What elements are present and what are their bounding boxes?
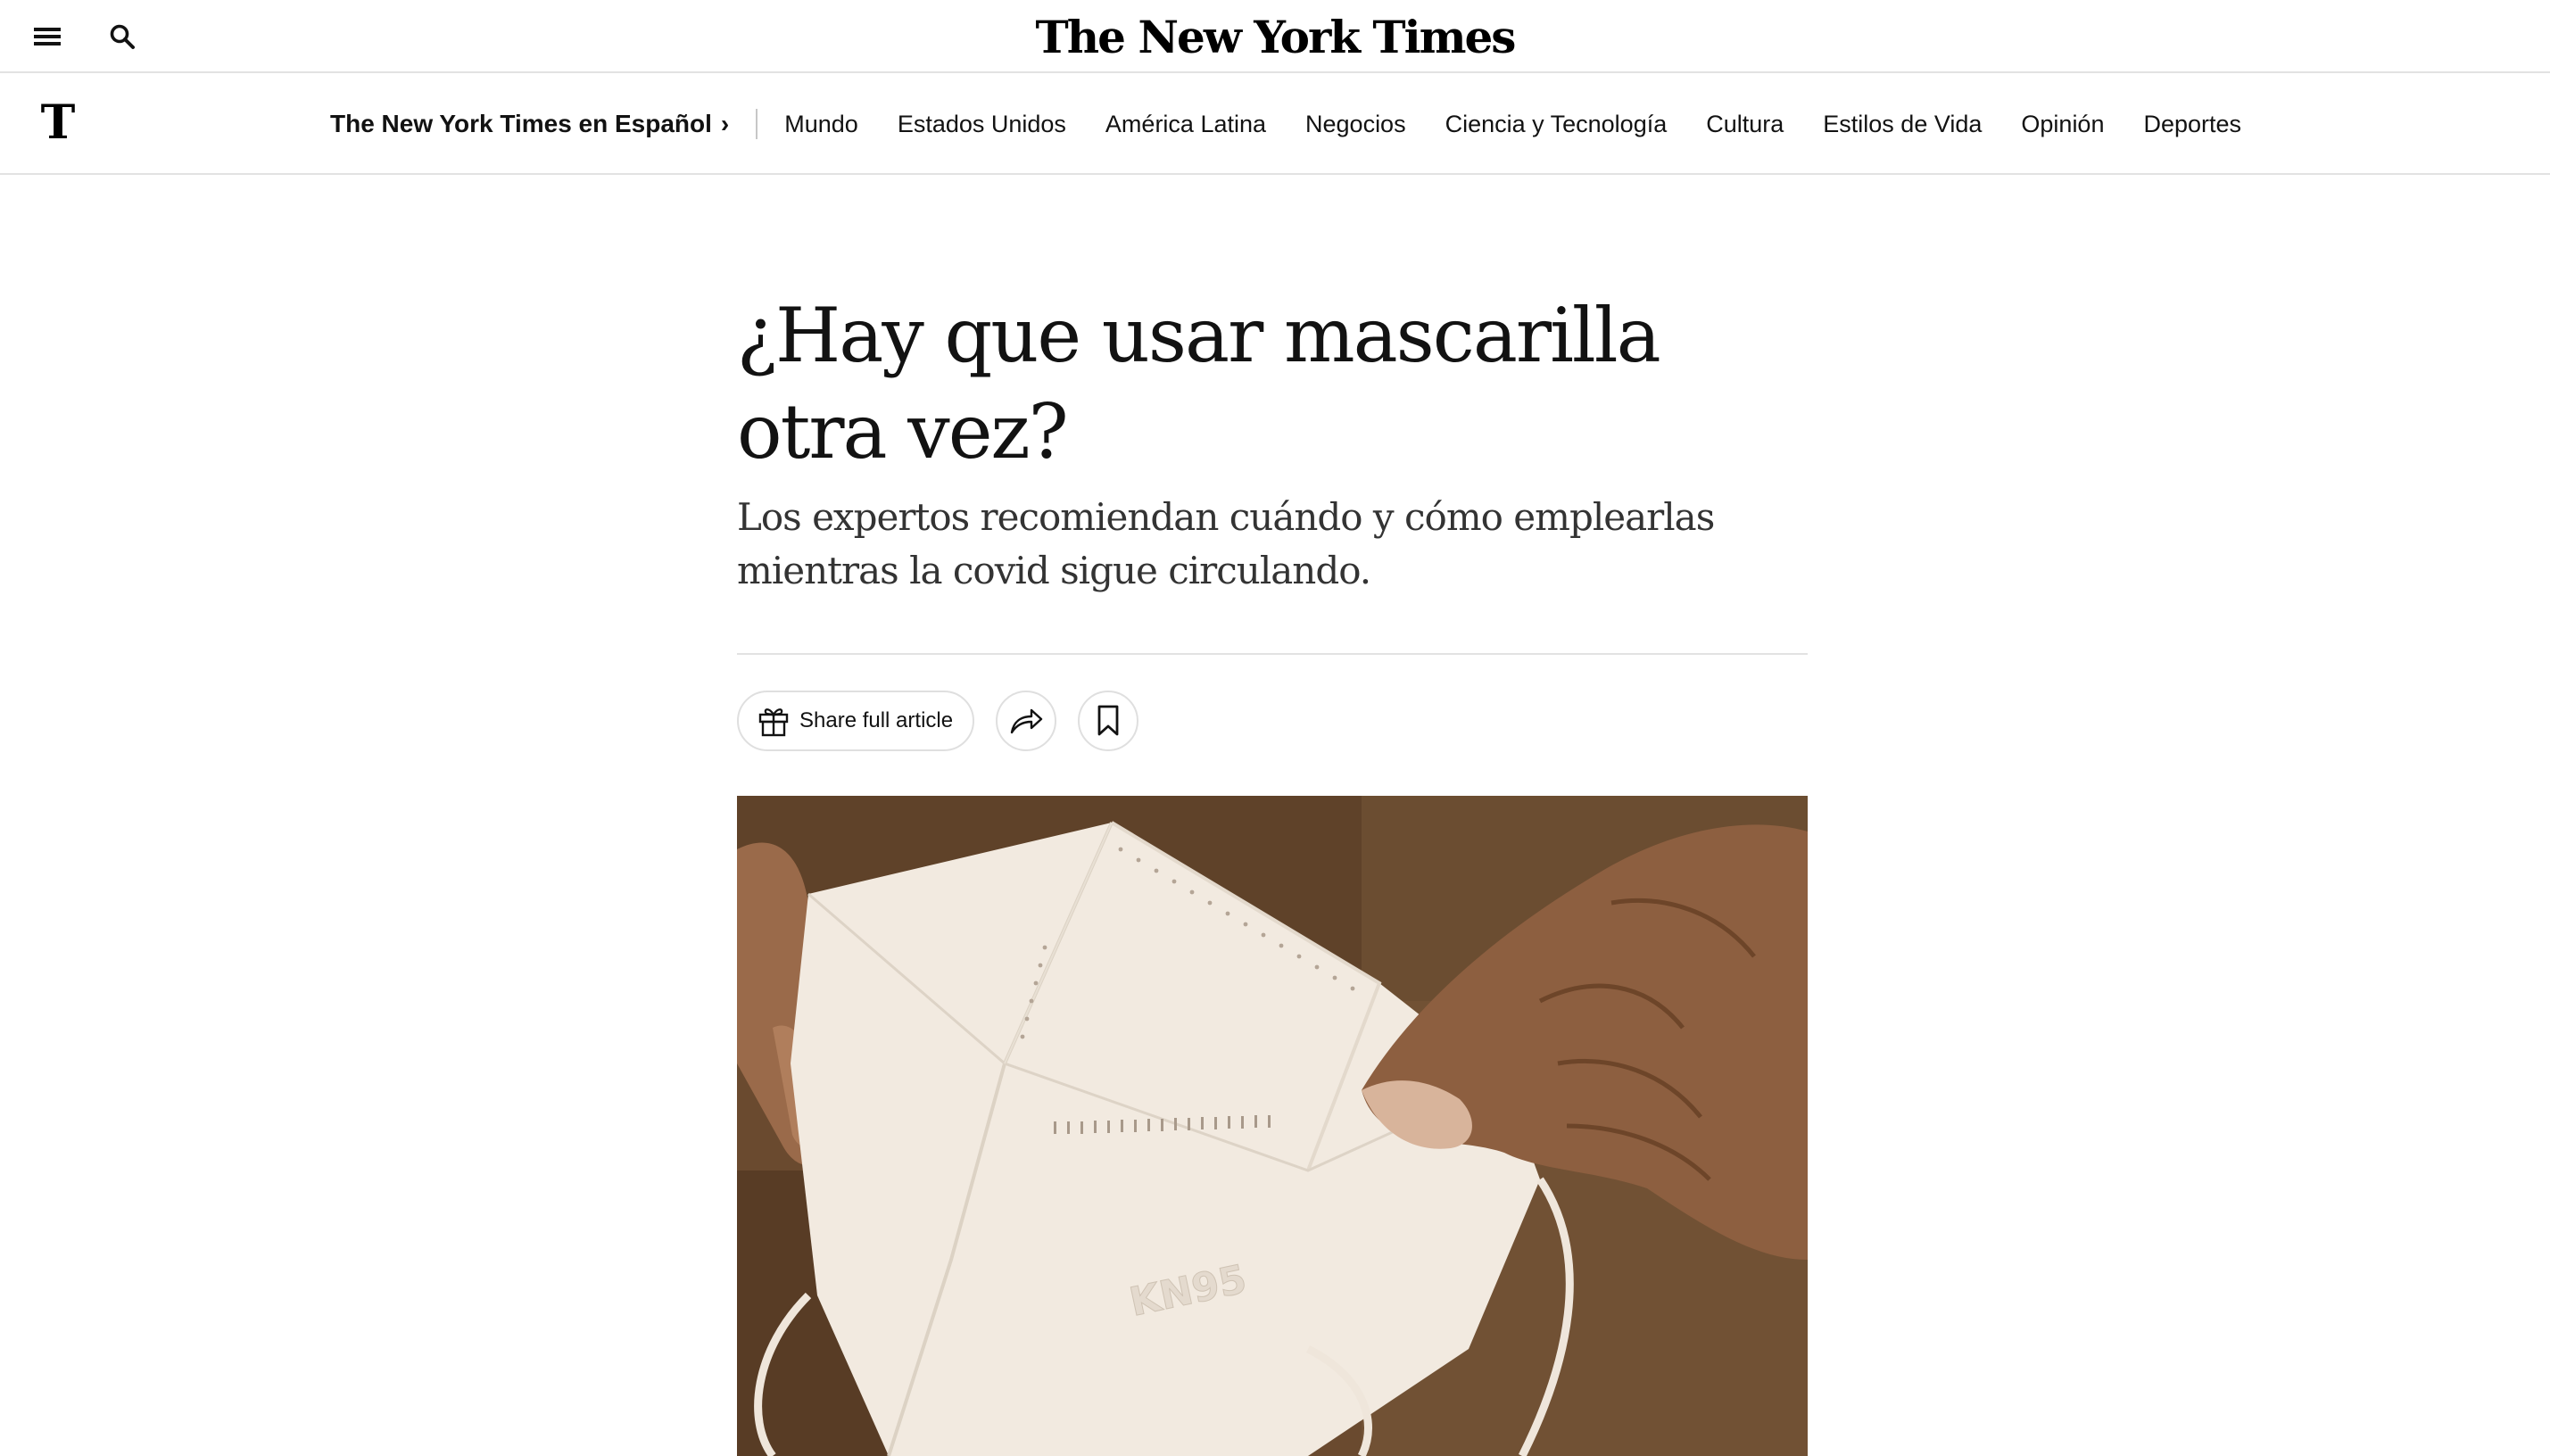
lead-image: KN95 (737, 796, 1808, 1456)
nav-item-america-latina[interactable]: América Latina (1105, 111, 1266, 138)
menu-button[interactable] (23, 12, 71, 61)
share-full-article-button[interactable]: Share full article (737, 691, 975, 751)
share-arrow-icon (1010, 708, 1043, 734)
chevron-right-icon: › (720, 110, 730, 137)
t-logo-icon[interactable]: T (34, 95, 82, 150)
nav-item-mundo[interactable]: Mundo (784, 111, 858, 138)
masthead-logo[interactable]: The New York Times (1036, 5, 1517, 68)
nav-item-estados-unidos[interactable]: Estados Unidos (898, 111, 1066, 138)
nav-item-deportes[interactable]: Deportes (2143, 111, 2241, 138)
article: ¿Hay que usar mascarilla otra vez? Los e… (737, 175, 1808, 1456)
search-icon (110, 24, 135, 49)
top-bar: The New York Times (0, 0, 2550, 73)
bookmark-button[interactable] (1078, 691, 1139, 751)
section-nav: T The New York Times en Español › Mundo E… (0, 73, 2550, 175)
search-button[interactable] (98, 12, 146, 61)
article-headline: ¿Hay que usar mascarilla otra vez? (737, 292, 1661, 476)
nav-item-ciencia-tecnologia[interactable]: Ciencia y Tecnología (1445, 111, 1668, 138)
share-button[interactable] (996, 691, 1057, 751)
gift-icon (757, 704, 791, 738)
nav-item-opinion[interactable]: Opinión (2021, 111, 2104, 138)
menu-icon (34, 28, 61, 46)
mask-photo-illustration: KN95 (737, 796, 1808, 1456)
article-actions: Share full article (737, 691, 1139, 751)
share-full-article-label: Share full article (799, 708, 954, 732)
section-nav-items: The New York Times en Español › Mundo Est… (330, 73, 2281, 175)
article-summary: Los expertos recomiendan cuándo y cómo e… (737, 495, 1715, 592)
nav-divider (756, 109, 758, 139)
nav-home-link[interactable]: The New York Times en Español › (330, 110, 729, 138)
header-divider (737, 653, 1808, 655)
nav-item-estilos-de-vida[interactable]: Estilos de Vida (1823, 111, 1982, 138)
nav-item-negocios[interactable]: Negocios (1305, 111, 1406, 138)
nav-item-cultura[interactable]: Cultura (1706, 111, 1784, 138)
bookmark-icon (1097, 705, 1119, 736)
nav-home-label: The New York Times en Español (330, 110, 712, 137)
